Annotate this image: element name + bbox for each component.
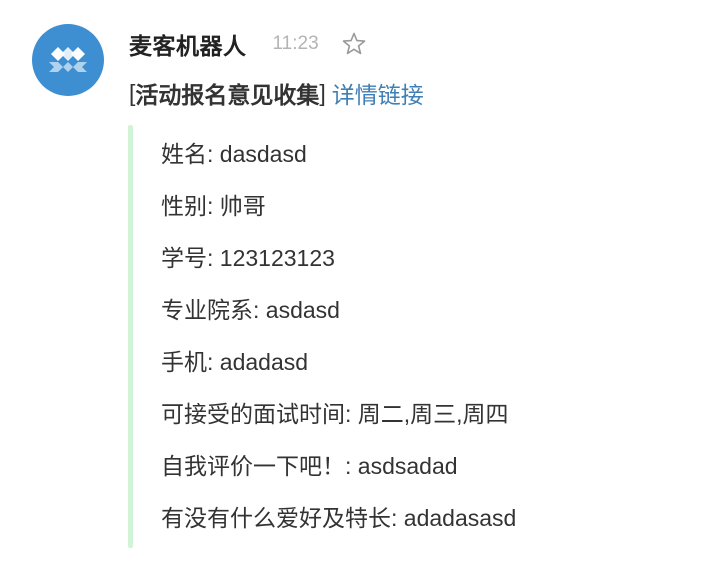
field-label: 自我评价一下吧！ [161, 453, 345, 479]
details-link[interactable]: 详情链接 [332, 76, 424, 110]
quote-bar [128, 125, 133, 548]
field-self-evaluation: 自我评价一下吧！: asdsadad [161, 453, 458, 479]
field-list: 姓名: dasdasd 性别: 帅哥 学号: 123123123 专业院系: a… [161, 132, 516, 548]
field-label: 学号 [161, 245, 207, 271]
field-interview-time: 可接受的面试时间: 周二,周三,周四 [161, 401, 509, 427]
title-close-bracket: ] [319, 79, 326, 106]
field-student-id: 学号: 123123123 [161, 245, 335, 271]
field-label: 有没有什么爱好及特长 [161, 505, 391, 531]
field-value: 周二,周三,周四 [357, 401, 509, 427]
field-value: adadasd [219, 349, 309, 375]
field-department: 专业院系: asdasd [161, 297, 340, 323]
field-label: 可接受的面试时间 [161, 401, 345, 427]
message-title: [ 活动报名意见收集 ] 详情链接 [129, 75, 424, 111]
sender-name[interactable]: 麦客机器人 [129, 27, 247, 61]
field-name: 姓名: dasdasd [161, 141, 307, 167]
field-value: adadasasd [403, 505, 517, 531]
field-label: 专业院系 [161, 297, 253, 323]
form-title: 活动报名意见收集 [135, 82, 320, 108]
avatar[interactable] [32, 24, 104, 96]
field-value: asdasd [265, 297, 340, 323]
field-phone: 手机: adadasd [161, 349, 309, 375]
field-value: 帅哥 [219, 193, 266, 219]
field-value: 123123123 [219, 245, 335, 271]
field-gender: 性别: 帅哥 [161, 193, 266, 219]
chat-message: 麦客机器人 11:23 [ 活动报名意见收集 ] 详情链接 姓名: dasdas… [0, 0, 712, 570]
star-icon[interactable] [341, 31, 367, 57]
message-timestamp: 11:23 [272, 33, 319, 54]
field-value: asdsadad [357, 453, 458, 479]
field-hobbies: 有没有什么爱好及特长: adadasasd [161, 505, 517, 531]
field-label: 手机 [161, 349, 207, 375]
mikecrm-logo-icon [49, 47, 87, 72]
field-value: dasdasd [219, 141, 307, 167]
message-header: 麦客机器人 11:23 [129, 26, 367, 62]
field-label: 姓名 [161, 141, 207, 167]
field-label: 性别 [161, 193, 207, 219]
